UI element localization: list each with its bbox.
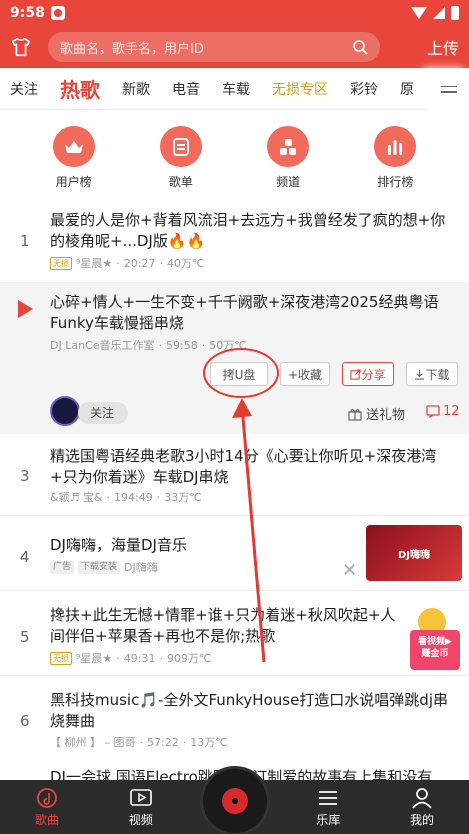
nav-label: 乐库 xyxy=(316,812,341,827)
annotation-arrow xyxy=(232,398,266,663)
music-disc-icon xyxy=(36,787,58,809)
video-icon xyxy=(129,787,152,809)
library-menu-icon xyxy=(317,787,339,809)
nav-songs[interactable]: 歌曲 xyxy=(10,780,84,834)
nav-library[interactable]: 乐库 xyxy=(291,780,365,834)
disc-center xyxy=(222,788,248,814)
nav-label: 歌曲 xyxy=(34,812,59,827)
nav-video[interactable]: 视频 xyxy=(104,780,178,834)
now-playing-disc[interactable] xyxy=(200,766,270,834)
user-icon xyxy=(411,787,433,809)
nav-label: 我的 xyxy=(409,812,434,827)
nav-label: 视频 xyxy=(128,812,153,827)
nav-profile[interactable]: 我的 xyxy=(385,780,459,834)
